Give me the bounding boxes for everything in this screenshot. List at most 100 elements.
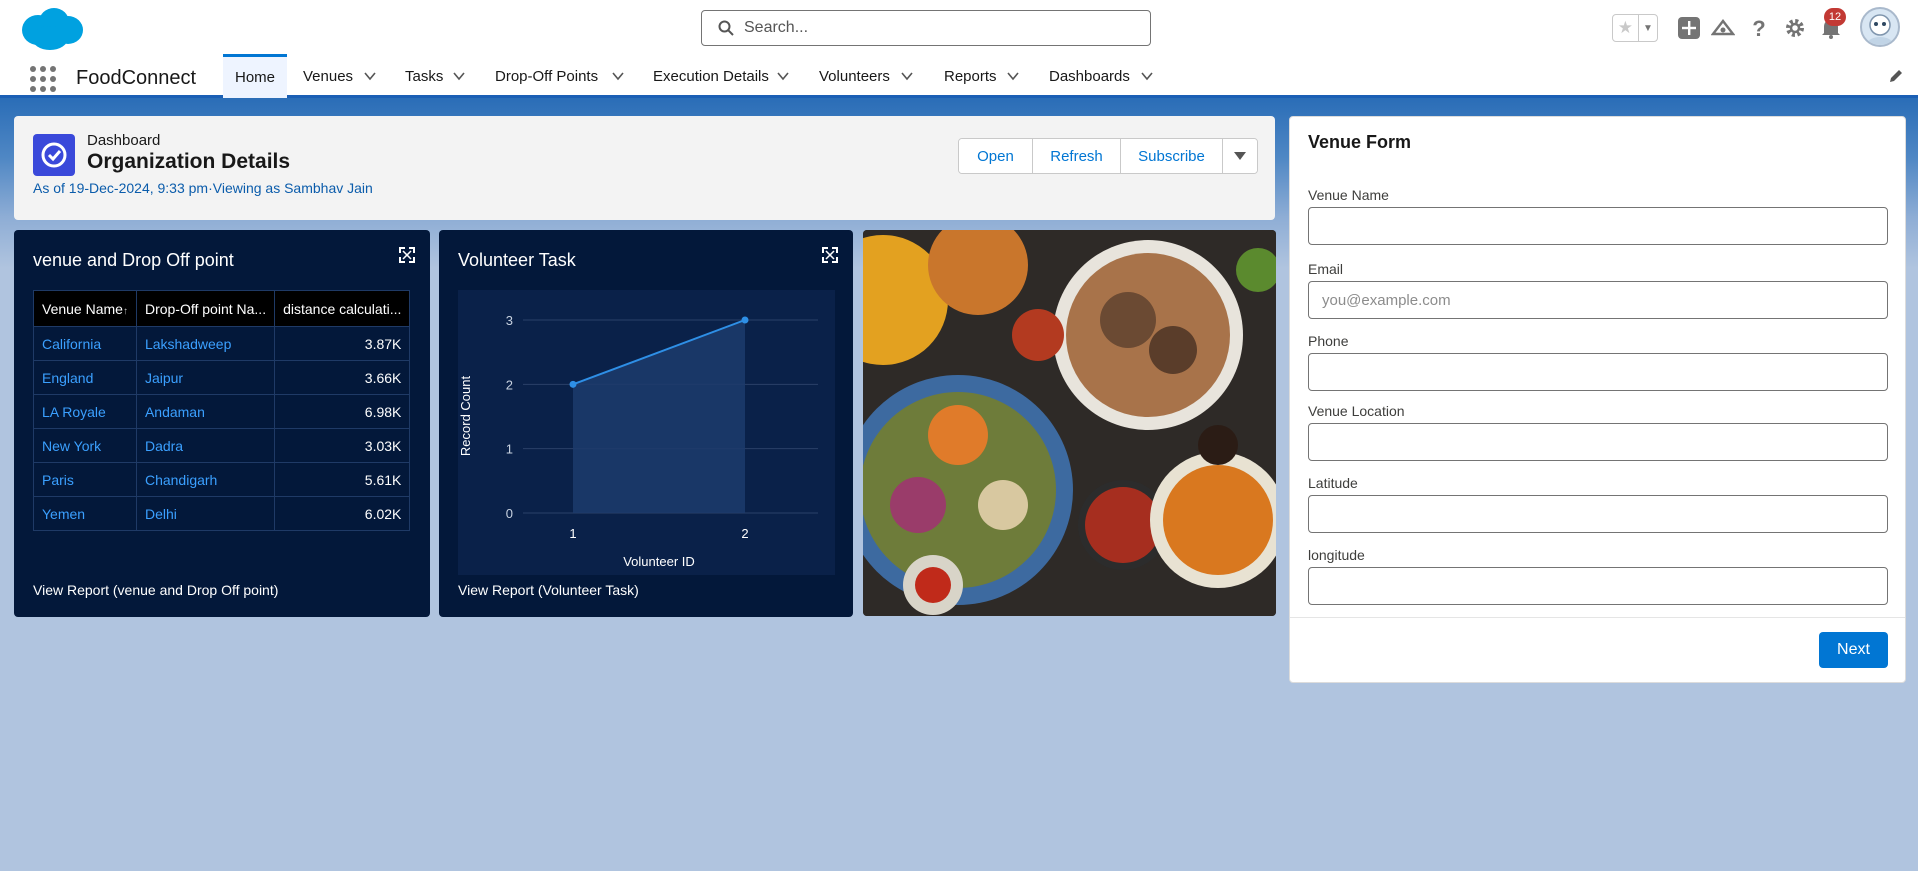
- nav-tab-drop-off-points[interactable]: Drop-Off Points: [495, 54, 598, 98]
- notification-badge: 12: [1824, 8, 1846, 26]
- venue-table: Venue Name↑ Drop-Off point Na... distanc…: [33, 290, 411, 531]
- venue-name-cell[interactable]: California: [33, 326, 137, 361]
- data-point: [741, 316, 749, 324]
- nav-tab-label: Tasks: [405, 67, 444, 85]
- setup-gear-icon[interactable]: [1782, 15, 1808, 41]
- email-field[interactable]: [1308, 281, 1888, 319]
- sort-arrow-icon: ↑: [122, 305, 128, 317]
- food-image: [863, 230, 1276, 616]
- form-title: Venue Form: [1308, 132, 1412, 152]
- chevron-down-icon[interactable]: [900, 69, 914, 83]
- longitude-label: longitude: [1308, 547, 1365, 563]
- help-icon[interactable]: ?: [1746, 15, 1772, 41]
- salesforce-cloud-logo[interactable]: [18, 6, 84, 52]
- next-button[interactable]: Next: [1819, 632, 1888, 668]
- svg-text:?: ?: [1752, 16, 1765, 40]
- nav-tab-home[interactable]: Home: [223, 54, 288, 98]
- y-axis-label: Record Count: [458, 376, 473, 457]
- distance-cell: 6.98K: [274, 394, 411, 429]
- nav-tab-execution-details[interactable]: Execution Details: [653, 54, 769, 98]
- view-report-link[interactable]: View Report (venue and Drop Off point): [33, 582, 278, 598]
- nav-tab-label: Volunteers: [819, 67, 890, 85]
- refresh-button[interactable]: Refresh: [1033, 139, 1121, 173]
- x-tick-label: 2: [741, 526, 748, 541]
- column-header-distance[interactable]: distance calculati...: [274, 290, 411, 327]
- table-header-row: Venue Name↑ Drop-Off point Na... distanc…: [33, 290, 411, 327]
- venue-name-cell[interactable]: LA Royale: [33, 394, 137, 429]
- dropoff-point-cell[interactable]: Jaipur: [135, 360, 276, 395]
- open-button[interactable]: Open: [959, 139, 1033, 173]
- chevron-down-icon[interactable]: ▼: [1637, 15, 1657, 41]
- user-avatar[interactable]: [1860, 7, 1900, 47]
- y-tick-label: 3: [506, 313, 513, 328]
- dropoff-point-cell[interactable]: Lakshadweep: [135, 326, 276, 361]
- table-row: England Jaipur 3.66K: [33, 360, 411, 395]
- venue-name-cell[interactable]: Yemen: [33, 496, 137, 531]
- app-nav-bar: FoodConnect Home Venues Tasks Drop-Off P…: [0, 54, 1918, 98]
- chevron-down-icon[interactable]: [776, 69, 790, 83]
- global-header: ★ ▼ ? 12: [0, 0, 1918, 54]
- view-report-link[interactable]: View Report (Volunteer Task): [458, 582, 639, 598]
- nav-tab-dashboards[interactable]: Dashboards: [1049, 54, 1130, 98]
- table-row: California Lakshadweep 3.87K: [33, 326, 411, 361]
- latitude-field[interactable]: [1308, 495, 1888, 533]
- chevron-down-icon[interactable]: [1140, 69, 1154, 83]
- search-input[interactable]: [744, 19, 1144, 37]
- dropoff-point-cell[interactable]: Dadra: [135, 428, 276, 463]
- dashboard-actions: Open Refresh Subscribe: [958, 138, 1258, 174]
- dropoff-point-cell[interactable]: Delhi: [135, 496, 276, 531]
- data-point: [569, 380, 577, 388]
- dashboard-meta: As of 19-Dec-2024, 9:33 pm·Viewing as Sa…: [33, 180, 373, 196]
- venue-name-cell[interactable]: New York: [33, 428, 137, 463]
- star-icon[interactable]: ★: [1613, 15, 1638, 41]
- distance-cell: 6.02K: [274, 496, 411, 531]
- volunteer-task-chart[interactable]: 0 1 2 3 1 2 Volunteer ID Record Count: [458, 290, 835, 575]
- nav-tab-label: Reports: [944, 67, 997, 85]
- longitude-field[interactable]: [1308, 567, 1888, 605]
- series-area: [573, 320, 745, 513]
- chevron-down-icon[interactable]: [363, 69, 377, 83]
- distance-cell: 3.87K: [274, 326, 411, 361]
- venue-name-cell[interactable]: England: [33, 360, 137, 395]
- nav-tab-label: Dashboards: [1049, 67, 1130, 85]
- latitude-label: Latitude: [1308, 475, 1358, 491]
- table-row: New York Dadra 3.03K: [33, 428, 411, 463]
- nav-tab-reports[interactable]: Reports: [944, 54, 997, 98]
- venue-name-cell[interactable]: Paris: [33, 462, 137, 497]
- nav-tab-venues[interactable]: Venues: [303, 54, 353, 98]
- chevron-down-icon[interactable]: [452, 69, 466, 83]
- column-header-venue-name[interactable]: Venue Name↑: [33, 290, 137, 327]
- app-launcher-waffle-icon[interactable]: [30, 66, 58, 94]
- table-row: Yemen Delhi 6.02K: [33, 496, 411, 531]
- chevron-down-icon[interactable]: [1006, 69, 1020, 83]
- nav-tab-label: Home: [235, 69, 276, 86]
- dropoff-point-cell[interactable]: Andaman: [135, 394, 276, 429]
- table-row: LA Royale Andaman 6.98K: [33, 394, 411, 429]
- edit-nav-pencil-icon[interactable]: [1888, 68, 1904, 84]
- chevron-down-icon[interactable]: [611, 69, 625, 83]
- widget-title: Volunteer Task: [458, 250, 576, 270]
- global-search[interactable]: [701, 10, 1151, 46]
- dropoff-point-cell[interactable]: Chandigarh: [135, 462, 276, 497]
- phone-field[interactable]: [1308, 353, 1888, 391]
- expand-icon[interactable]: [822, 247, 838, 263]
- widget-venue-dropoff: venue and Drop Off point Venue Name↑ Dro…: [14, 230, 430, 617]
- dashboard-header: Dashboard Organization Details As of 19-…: [14, 116, 1275, 220]
- search-icon: [718, 20, 734, 36]
- trailhead-guide-icon[interactable]: [1710, 15, 1736, 41]
- global-actions-plus-icon[interactable]: [1676, 15, 1702, 41]
- distance-cell: 3.03K: [274, 428, 411, 463]
- expand-icon[interactable]: [399, 247, 415, 263]
- venue-location-field[interactable]: [1308, 423, 1888, 461]
- subscribe-button[interactable]: Subscribe: [1121, 139, 1223, 173]
- column-header-dropoff-point[interactable]: Drop-Off point Na...: [135, 290, 276, 327]
- venue-name-field[interactable]: [1308, 207, 1888, 245]
- column-header-label: Venue Name: [42, 300, 123, 317]
- more-actions-button[interactable]: [1223, 139, 1257, 173]
- nav-tab-volunteers[interactable]: Volunteers: [819, 54, 890, 98]
- nav-tab-tasks[interactable]: Tasks: [405, 54, 443, 98]
- venue-location-label: Venue Location: [1308, 403, 1405, 419]
- form-divider: [1290, 617, 1905, 618]
- favorites-group[interactable]: ★ ▼: [1612, 14, 1658, 42]
- widget-volunteer-task: Volunteer Task 0 1 2 3 1 2 Volunteer ID Record …: [439, 230, 853, 617]
